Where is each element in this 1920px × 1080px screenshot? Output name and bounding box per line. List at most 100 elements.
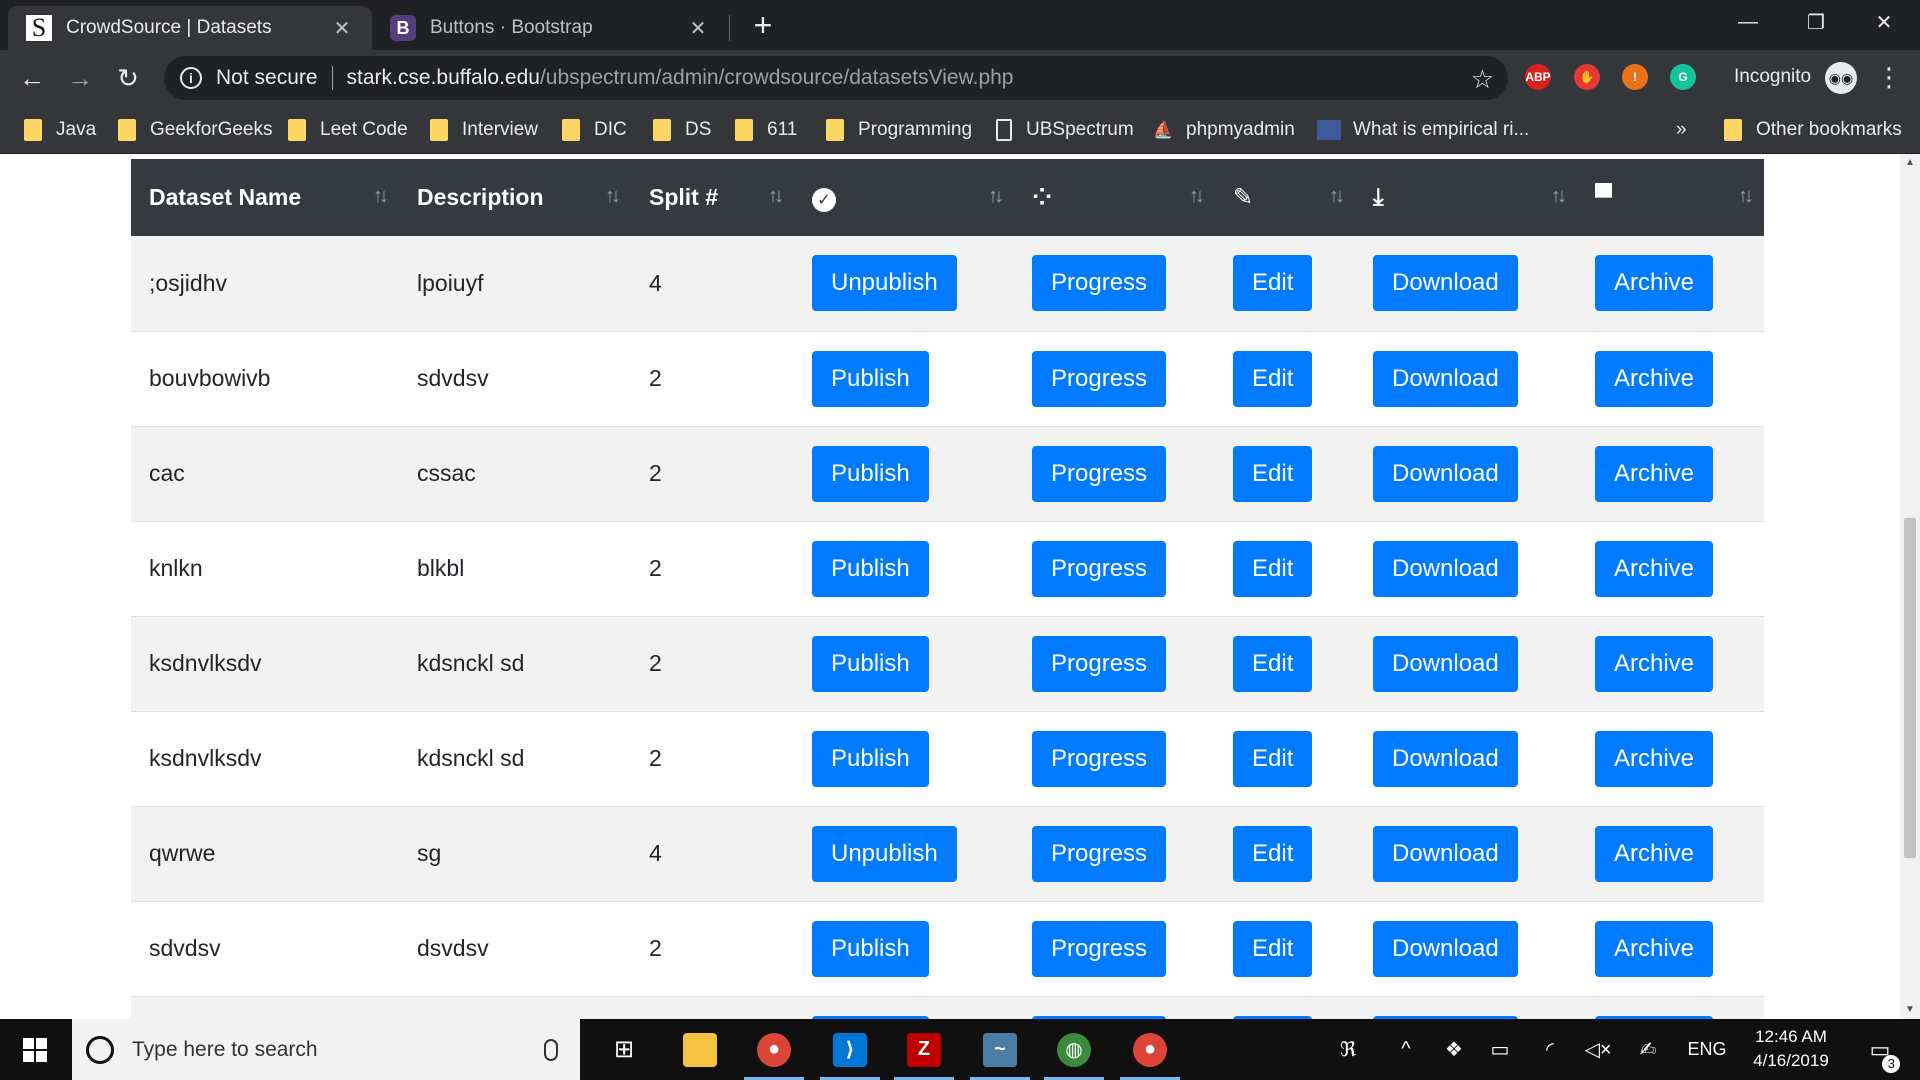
bookmark-item[interactable]: What is empirical ri...: [1317, 116, 1529, 144]
download-button[interactable]: Download: [1373, 825, 1518, 882]
bookmark-item[interactable]: Programming: [826, 116, 972, 144]
sort-icon[interactable]: ↑↓: [1329, 185, 1345, 208]
sort-icon[interactable]: ↑↓: [1189, 185, 1205, 208]
bookmark-item[interactable]: UBSpectrum: [996, 116, 1134, 144]
battery-icon[interactable]: ▭: [1486, 1019, 1514, 1080]
wifi-icon[interactable]: ◜: [1536, 1019, 1564, 1080]
publish-button[interactable]: Publish: [812, 635, 929, 692]
header-progress[interactable]: ⁘ ↑↓: [1014, 159, 1215, 236]
header-description[interactable]: Description ↑↓: [399, 159, 631, 236]
progress-button[interactable]: Progress: [1032, 445, 1167, 502]
scroll-down-arrow-icon[interactable]: ▼: [1904, 1003, 1916, 1017]
bookmark-item[interactable]: ⛵ phpmyadmin: [1152, 116, 1295, 144]
archive-button[interactable]: Archive: [1595, 350, 1714, 407]
download-button[interactable]: Download: [1373, 350, 1518, 407]
info-icon[interactable]: i: [180, 67, 202, 89]
publish-button[interactable]: Publish: [812, 920, 929, 977]
sort-icon[interactable]: ↑↓: [605, 185, 621, 208]
edit-button[interactable]: Edit: [1233, 540, 1313, 597]
header-dataset-name[interactable]: Dataset Name ↑↓: [131, 159, 399, 236]
header-download[interactable]: ⤓ ↑↓: [1355, 159, 1577, 236]
progress-button[interactable]: Progress: [1032, 920, 1167, 977]
incognito-icon[interactable]: ◉◉: [1825, 62, 1857, 94]
progress-button[interactable]: Progress: [1032, 635, 1167, 692]
archive-button[interactable]: Archive: [1595, 255, 1714, 312]
adblock-plus-icon[interactable]: ABP: [1525, 64, 1551, 90]
archive-button[interactable]: Archive: [1595, 920, 1714, 977]
progress-button[interactable]: Progress: [1032, 540, 1167, 597]
chrome-incognito-taskbar-button[interactable]: ●: [1114, 1019, 1186, 1080]
microphone-icon[interactable]: [544, 1038, 558, 1061]
forward-arrow-icon[interactable]: →: [62, 60, 98, 96]
unpublish-button[interactable]: Unpublish: [812, 255, 957, 312]
tab-bootstrap-buttons[interactable]: B Buttons · Bootstrap ✕: [372, 6, 728, 50]
sort-icon[interactable]: ↑↓: [988, 185, 1004, 208]
bookmarks-overflow-button[interactable]: »: [1676, 116, 1687, 144]
edit-button[interactable]: Edit: [1233, 635, 1313, 692]
download-button[interactable]: Download: [1373, 255, 1518, 312]
edit-button[interactable]: Edit: [1233, 825, 1313, 882]
edit-button[interactable]: Edit: [1233, 730, 1313, 787]
sort-icon[interactable]: ↑↓: [373, 185, 389, 208]
archive-button[interactable]: Archive: [1595, 635, 1714, 692]
reload-icon[interactable]: ↻: [110, 60, 146, 96]
close-icon[interactable]: ✕: [686, 16, 710, 41]
start-button[interactable]: [0, 1019, 70, 1080]
sort-icon[interactable]: ↑↓: [768, 185, 784, 208]
unpublish-button[interactable]: Unpublish: [812, 825, 957, 882]
edit-button[interactable]: Edit: [1233, 445, 1313, 502]
scroll-thumb[interactable]: [1904, 518, 1916, 858]
header-archive[interactable]: ▀ ↑↓: [1577, 159, 1764, 236]
sort-icon[interactable]: ↑↓: [1738, 185, 1754, 208]
page-scrollbar[interactable]: ▲ ▼: [1900, 154, 1920, 1019]
address-bar[interactable]: i Not secure stark.cse.buffalo.edu/ubspe…: [164, 56, 1508, 100]
stop-hand-icon[interactable]: ✋: [1574, 64, 1600, 90]
taskbar-search[interactable]: Type here to search: [72, 1019, 580, 1080]
back-arrow-icon[interactable]: ←: [14, 60, 50, 96]
scroll-up-arrow-icon[interactable]: ▲: [1904, 156, 1916, 170]
header-publish[interactable]: ✓ ↑↓: [794, 159, 1014, 236]
bookmark-item[interactable]: Java: [24, 116, 96, 144]
publish-button[interactable]: Publish: [812, 730, 929, 787]
bookmark-item[interactable]: GeekforGeeks: [118, 116, 273, 144]
bookmark-star-icon[interactable]: ☆: [1471, 64, 1494, 95]
chrome-taskbar-button[interactable]: ●: [738, 1019, 810, 1080]
progress-button[interactable]: Progress: [1032, 350, 1167, 407]
download-button[interactable]: Download: [1373, 445, 1518, 502]
archive-button[interactable]: Archive: [1595, 445, 1714, 502]
xbox-taskbar-button[interactable]: ◍: [1038, 1019, 1110, 1080]
progress-button[interactable]: Progress: [1032, 255, 1167, 312]
filezilla-taskbar-button[interactable]: Z: [888, 1019, 960, 1080]
publish-button[interactable]: Publish: [812, 540, 929, 597]
edit-button[interactable]: Edit: [1233, 255, 1313, 312]
people-icon[interactable]: ℜ: [1330, 1019, 1366, 1080]
edit-button[interactable]: Edit: [1233, 350, 1313, 407]
alert-icon[interactable]: !: [1622, 64, 1648, 90]
chevron-up-icon[interactable]: ^: [1392, 1019, 1420, 1080]
close-icon[interactable]: ✕: [330, 16, 354, 41]
download-button[interactable]: Download: [1373, 730, 1518, 787]
download-button[interactable]: Download: [1373, 540, 1518, 597]
notifications-button[interactable]: ▭ 3: [1858, 1019, 1902, 1080]
bookmark-item[interactable]: DIC: [562, 116, 627, 144]
archive-button[interactable]: Archive: [1595, 540, 1714, 597]
bookmark-item[interactable]: Leet Code: [288, 116, 408, 144]
mysql-workbench-taskbar-button[interactable]: ~: [964, 1019, 1036, 1080]
publish-button[interactable]: Publish: [812, 350, 929, 407]
new-tab-button[interactable]: +: [748, 8, 778, 42]
archive-button[interactable]: Archive: [1595, 730, 1714, 787]
publish-button[interactable]: Publish: [812, 445, 929, 502]
grammarly-icon[interactable]: G: [1670, 64, 1696, 90]
sort-icon[interactable]: ↑↓: [1551, 185, 1567, 208]
tab-crowdsource[interactable]: S CrowdSource | Datasets ✕: [8, 6, 372, 50]
dropbox-icon[interactable]: ❖: [1440, 1019, 1468, 1080]
bookmark-item[interactable]: Interview: [430, 116, 538, 144]
file-explorer-button[interactable]: [664, 1019, 736, 1080]
edit-button[interactable]: Edit: [1233, 920, 1313, 977]
archive-button[interactable]: Archive: [1595, 825, 1714, 882]
download-button[interactable]: Download: [1373, 635, 1518, 692]
language-indicator[interactable]: ENG: [1684, 1019, 1730, 1080]
task-view-button[interactable]: ⊞: [588, 1019, 660, 1080]
vscode-taskbar-button[interactable]: ⟩: [814, 1019, 886, 1080]
progress-button[interactable]: Progress: [1032, 730, 1167, 787]
